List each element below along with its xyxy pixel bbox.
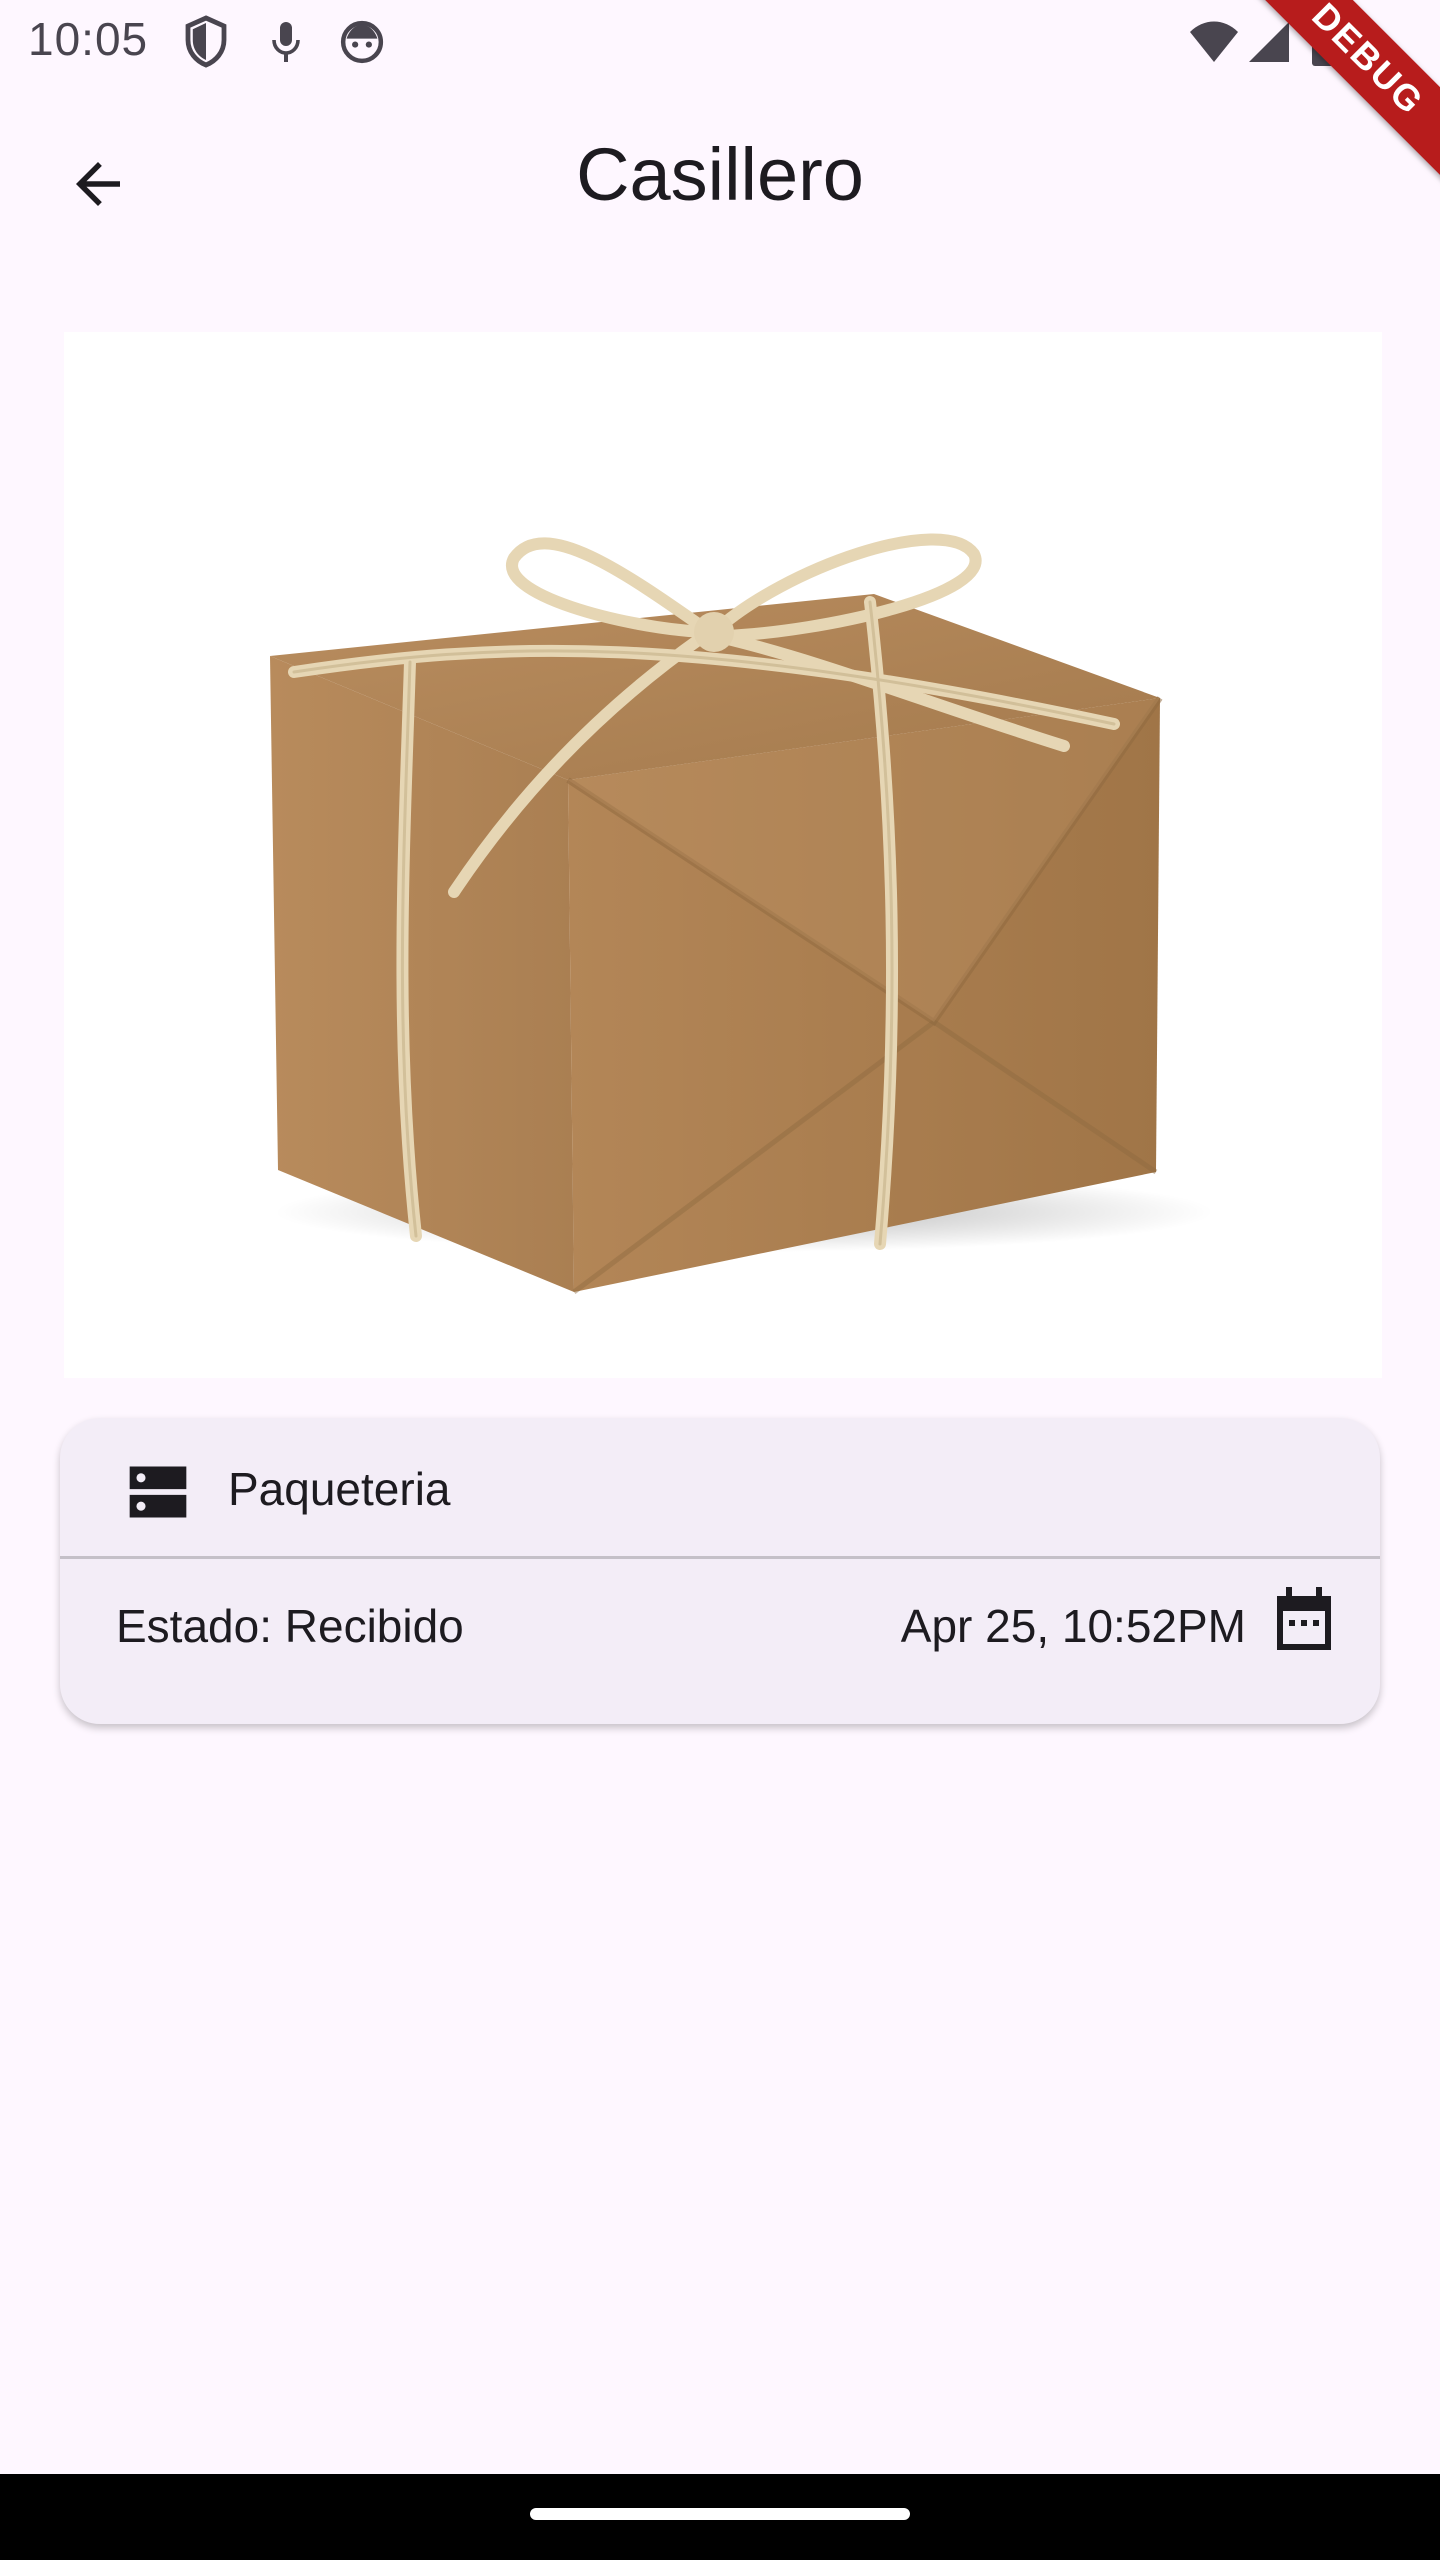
category-row[interactable]: Paqueteria bbox=[60, 1418, 1380, 1556]
package-image bbox=[64, 332, 1382, 1378]
navigation-bar bbox=[0, 2474, 1440, 2560]
wifi-icon bbox=[1186, 14, 1242, 70]
status-bar: 10:05 bbox=[0, 0, 1440, 84]
category-label: Paqueteria bbox=[228, 1463, 451, 1515]
status-time: 10:05 bbox=[28, 13, 149, 65]
divider bbox=[60, 1556, 1380, 1559]
calendar-icon[interactable] bbox=[1268, 1584, 1340, 1656]
app-bar: Casillero bbox=[0, 84, 1440, 276]
package-icon bbox=[270, 533, 1214, 1294]
locker-info-card: Paqueteria Estado: Recibido Apr 25, 10:5… bbox=[60, 1418, 1380, 1724]
page-title: Casillero bbox=[576, 133, 864, 216]
status-text: Estado: Recibido bbox=[116, 1600, 464, 1652]
assistant-face-icon bbox=[338, 14, 386, 70]
mic-icon bbox=[262, 14, 310, 70]
date-text: Apr 25, 10:52PM bbox=[900, 1600, 1246, 1652]
home-indicator[interactable] bbox=[530, 2508, 910, 2520]
shield-icon bbox=[182, 14, 230, 70]
cellular-icon bbox=[1244, 14, 1294, 70]
storage-icon bbox=[124, 1458, 192, 1526]
